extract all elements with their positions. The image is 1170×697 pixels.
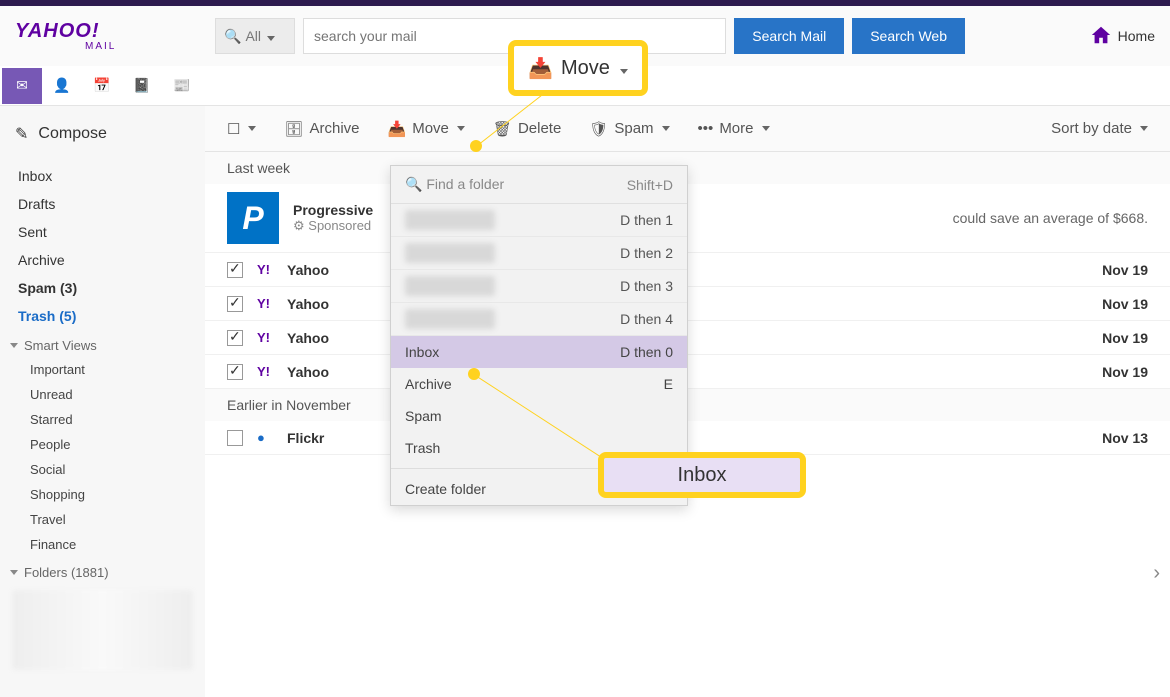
sidebar-smartview[interactable]: Shopping (0, 482, 205, 507)
compose-button[interactable]: ✎ Compose (0, 116, 205, 162)
row-checkbox[interactable] (227, 330, 243, 346)
contacts-app-icon[interactable]: 👤 (42, 68, 82, 104)
move-recent-item[interactable]: D then 2 (391, 237, 687, 270)
trash-icon: 🗑 (493, 120, 512, 138)
move-recent-item[interactable]: D then 3 (391, 270, 687, 303)
row-checkbox[interactable] (227, 262, 243, 278)
pencil-icon: ✎ (15, 124, 28, 144)
home-link[interactable]: Home (1090, 24, 1155, 49)
blurred-folder-name (405, 309, 495, 329)
select-checkbox-dropdown[interactable]: ☐ (227, 120, 256, 138)
promo-logo: P (227, 192, 279, 244)
blurred-folder-name (405, 210, 495, 230)
sidebar-folder[interactable]: Trash (5) (0, 302, 205, 330)
more-icon: ••• (698, 120, 714, 137)
smart-views-header[interactable]: Smart Views (0, 330, 205, 357)
annotation-dot (470, 140, 482, 152)
sidebar-folder[interactable]: Inbox (0, 162, 205, 190)
archive-icon: 🗄 (284, 120, 303, 138)
message-toolbar: ☐ 🗄 Archive 📥 Move 🗑 Delete 🛡 Spam ••• M… (205, 106, 1170, 152)
find-folder-input[interactable]: 🔍 Find a folder Shift+D (391, 166, 687, 204)
archive-button[interactable]: 🗄 Archive (284, 120, 359, 138)
row-date: Nov 13 (1088, 430, 1148, 446)
news-app-icon[interactable]: 📰 (162, 68, 202, 104)
sidebar-smartview[interactable]: Unread (0, 382, 205, 407)
search-scope-dropdown[interactable]: 🔍 All (215, 18, 295, 54)
move-to-folder-icon: 📥 (388, 120, 407, 138)
annotation-callout-move: 📥 Move (508, 40, 648, 96)
row-from: Yahoo (287, 296, 377, 312)
move-to-folder-icon: 📥 (528, 56, 553, 81)
sidebar-smartview[interactable]: Travel (0, 507, 205, 532)
home-icon (1090, 24, 1112, 49)
yahoo-mail-logo: YAHOO! MAIL (15, 20, 205, 52)
unread-dot-icon: ● (257, 430, 273, 445)
sidebar-folder[interactable]: Spam (3) (0, 274, 205, 302)
annotation-dot (468, 368, 480, 380)
annotation-callout-inbox: Inbox (598, 452, 806, 498)
sidebar-smartview[interactable]: Social (0, 457, 205, 482)
row-checkbox[interactable] (227, 364, 243, 380)
blurred-folder-name (405, 243, 495, 263)
promo-sponsored-label: ⚙ Sponsored (293, 218, 373, 234)
sidebar-smartview[interactable]: Starred (0, 407, 205, 432)
move-item-archive[interactable]: ArchiveE (391, 368, 687, 400)
more-button[interactable]: ••• More (698, 120, 770, 137)
delete-button[interactable]: 🗑 Delete (493, 120, 561, 138)
sort-dropdown[interactable]: Sort by date (1051, 120, 1148, 137)
move-button[interactable]: 📥 Move (388, 120, 465, 138)
reading-pane-toggle-icon[interactable]: › (1153, 562, 1160, 585)
row-date: Nov 19 (1088, 296, 1148, 312)
move-recent-item[interactable]: D then 4 (391, 303, 687, 336)
search-icon: 🔍 (224, 28, 241, 45)
blurred-folder-name (405, 276, 495, 296)
sidebar: ✎ Compose InboxDraftsSentArchiveSpam (3)… (0, 106, 205, 697)
sender-icon: Y! (257, 262, 273, 277)
search-mail-button[interactable]: Search Mail (734, 18, 844, 54)
search-icon: 🔍 (405, 176, 422, 192)
folders-header[interactable]: Folders (1881) (0, 557, 205, 584)
row-date: Nov 19 (1088, 364, 1148, 380)
move-item-inbox[interactable]: InboxD then 0 (391, 336, 687, 368)
sidebar-smartview[interactable]: Finance (0, 532, 205, 557)
sidebar-smartview[interactable]: People (0, 432, 205, 457)
sender-icon: Y! (257, 330, 273, 345)
row-from: Yahoo (287, 364, 377, 380)
sender-icon: Y! (257, 364, 273, 379)
mail-app-icon[interactable]: ✉ (2, 68, 42, 104)
shield-icon: 🛡 (589, 120, 608, 138)
search-web-button[interactable]: Search Web (852, 18, 965, 54)
promo-brand: Progressive (293, 202, 373, 218)
row-from: Flickr (287, 430, 377, 446)
sidebar-smartview[interactable]: Important (0, 357, 205, 382)
sidebar-folder[interactable]: Sent (0, 218, 205, 246)
move-recent-item[interactable]: D then 1 (391, 204, 687, 237)
row-date: Nov 19 (1088, 262, 1148, 278)
row-checkbox[interactable] (227, 296, 243, 312)
notepad-app-icon[interactable]: 📓 (122, 68, 162, 104)
sidebar-folder[interactable]: Drafts (0, 190, 205, 218)
row-date: Nov 19 (1088, 330, 1148, 346)
sidebar-folder[interactable]: Archive (0, 246, 205, 274)
shortcut-label: Shift+D (627, 177, 673, 193)
row-checkbox[interactable] (227, 430, 243, 446)
row-from: Yahoo (287, 330, 377, 346)
row-from: Yahoo (287, 262, 377, 278)
spam-button[interactable]: 🛡 Spam (589, 120, 669, 138)
folder-list-placeholder (12, 590, 193, 670)
calendar-app-icon[interactable]: 📅 (82, 68, 122, 104)
sender-icon: Y! (257, 296, 273, 311)
